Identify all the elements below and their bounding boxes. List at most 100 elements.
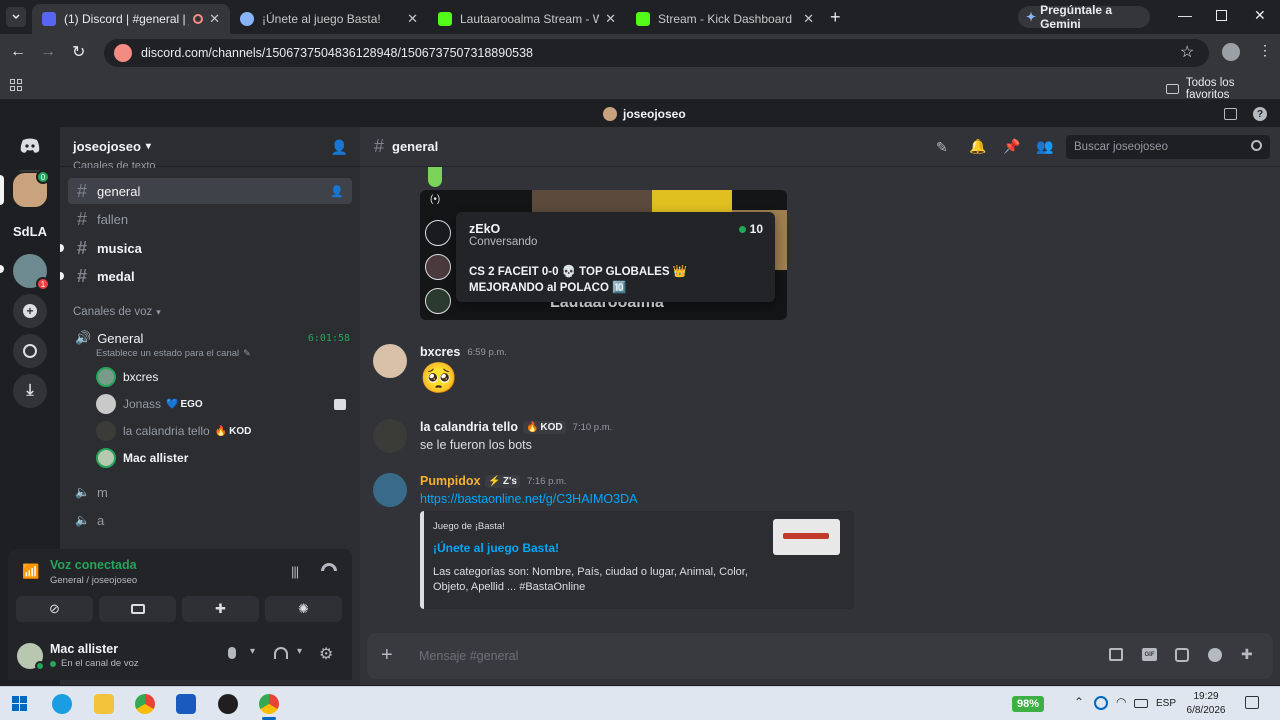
voice-user-mac-allister[interactable]: Mac allister <box>96 447 188 469</box>
clock[interactable]: 19:29 6/8/2026 <box>1182 690 1230 718</box>
gif-icon[interactable]: GIF <box>1142 648 1157 661</box>
browser-tab-kick-watch[interactable]: Lautaarooalma Stream - Watch ✕ <box>428 4 626 34</box>
settings-gear-icon[interactable]: ⚙ <box>319 644 333 664</box>
tab-search-button[interactable] <box>6 7 26 27</box>
avatar[interactable] <box>373 419 407 453</box>
search-input[interactable]: Buscar joseojoseo <box>1066 135 1270 159</box>
headphones-icon[interactable] <box>274 647 288 659</box>
browser-tab-discord[interactable]: (1) Discord | #general | joseojoseo ✕ <box>32 4 230 34</box>
close-tab-icon[interactable]: ✕ <box>407 11 418 27</box>
browser-menu-icon[interactable]: ⋮ <box>1258 42 1272 59</box>
browser-tab-basta[interactable]: ¡Únete al juego Basta! ✕ <box>230 4 428 34</box>
upload-plus-icon[interactable]: + <box>381 644 393 667</box>
author-name[interactable]: bxcres <box>420 345 460 359</box>
window-title: joseojoseo <box>623 107 686 121</box>
app-icon[interactable] <box>218 694 238 714</box>
embed-thumbnail[interactable] <box>773 519 840 555</box>
message-header: Pumpidox ⚡ Z's 7:16 p.m. <box>420 474 567 488</box>
emoji-picker-icon[interactable] <box>1208 648 1222 662</box>
voice-channel-general[interactable]: 🔊 General 6:01:58 <box>75 329 350 347</box>
browser-tab-kick-dashboard[interactable]: Stream - Kick Dashboard ✕ <box>626 4 824 34</box>
embed-title[interactable]: ¡Únete al juego Basta! <box>433 541 559 555</box>
create-invite-icon[interactable]: 👤 <box>330 185 344 198</box>
sticker-icon[interactable] <box>1175 648 1189 662</box>
battery-indicator[interactable]: 98% <box>1012 696 1045 712</box>
headphone-options-chevron-icon[interactable]: ▾ <box>297 646 302 657</box>
invite-people-icon[interactable]: 👤 <box>331 139 348 156</box>
address-bar[interactable]: discord.com/channels/1506737504836128948… <box>104 39 1209 67</box>
maximize-window-button[interactable] <box>1216 10 1227 21</box>
member-list-icon[interactable]: 👥 <box>1036 138 1053 155</box>
voice-user-bxcres[interactable]: bxcres <box>96 366 158 388</box>
add-server-button[interactable]: + <box>13 294 47 328</box>
close-tab-icon[interactable]: ✕ <box>803 11 814 27</box>
windows-start-icon[interactable] <box>12 696 27 711</box>
site-info-icon[interactable] <box>114 44 132 62</box>
network-icon[interactable] <box>1094 696 1108 710</box>
notification-bell-icon[interactable]: 🔔 <box>969 138 986 155</box>
disconnect-icon[interactable] <box>321 563 337 571</box>
avatar[interactable] <box>373 473 407 507</box>
forward-arrow-icon[interactable]: → <box>40 43 56 61</box>
server-sdla[interactable]: SdLA <box>13 214 47 248</box>
voice-channel-a[interactable]: 🔈 a <box>68 507 352 533</box>
edge-icon[interactable] <box>52 694 72 714</box>
avatar[interactable] <box>373 344 407 378</box>
message-input[interactable]: Mensaje #general <box>419 641 1059 671</box>
chrome-icon[interactable] <box>135 694 155 714</box>
notifications-icon[interactable] <box>1245 696 1259 709</box>
voice-location[interactable]: General / joseojoseo <box>50 575 137 586</box>
new-tab-button[interactable]: + <box>830 7 841 28</box>
noise-suppression-icon[interactable]: ||| <box>291 564 299 579</box>
all-bookmarks-folder[interactable]: Todos los favoritos <box>1166 77 1280 101</box>
help-icon[interactable]: ? <box>1253 107 1267 121</box>
channel-medal[interactable]: # medal <box>68 263 352 289</box>
channel-status-prompt[interactable]: Establece un estado para el canal ✎ <box>96 348 251 359</box>
voice-user-jonass[interactable]: Jonass 💙 EGO <box>96 393 203 415</box>
share-screen-button[interactable] <box>99 596 176 622</box>
word-icon[interactable] <box>176 694 196 714</box>
download-apps-button[interactable]: ⤓ <box>13 374 47 408</box>
back-arrow-icon[interactable]: ← <box>10 43 26 61</box>
threads-icon[interactable]: ✎ <box>936 139 948 156</box>
bookmark-star-icon[interactable]: ☆ <box>1180 42 1194 62</box>
gift-icon[interactable] <box>1109 648 1123 661</box>
server-joseojoseo[interactable]: 0 <box>13 170 50 207</box>
discover-button[interactable] <box>13 334 47 368</box>
gemini-button[interactable]: ✦ Pregúntale a Gemini <box>1018 3 1150 31</box>
close-window-button[interactable]: ✕ <box>1254 7 1266 24</box>
pinned-messages-icon[interactable]: 📌 <box>1003 138 1020 155</box>
author-name[interactable]: la calandria tello <box>420 420 518 434</box>
language-indicator[interactable]: ESP <box>1156 698 1176 709</box>
voice-user-la-calandria-tello[interactable]: la calandria tello 🔥 KOD <box>96 420 251 442</box>
inbox-icon[interactable] <box>1224 108 1237 120</box>
apps-grid-icon[interactable] <box>10 79 22 91</box>
reload-icon[interactable]: ↻ <box>72 42 85 62</box>
text-category-label[interactable]: Canales de texto <box>73 160 156 168</box>
tray-overflow-icon[interactable]: ⌃ <box>1074 695 1084 709</box>
file-explorer-icon[interactable] <box>94 694 114 714</box>
channel-fallen[interactable]: # fallen <box>68 206 352 232</box>
profile-avatar[interactable] <box>1222 43 1240 61</box>
server-other[interactable]: 1 <box>13 254 50 291</box>
microphone-icon[interactable] <box>228 647 236 659</box>
voice-category[interactable]: Canales de voz ▾ <box>73 306 161 318</box>
channel-general[interactable]: # general 👤 <box>68 178 352 204</box>
close-tab-icon[interactable]: ✕ <box>605 11 616 27</box>
author-name[interactable]: Pumpidox <box>420 474 480 488</box>
camera-off-button[interactable]: ⊘ <box>16 596 93 622</box>
mic-options-chevron-icon[interactable]: ▾ <box>250 646 255 657</box>
minimize-window-button[interactable]: — <box>1178 7 1192 23</box>
activities-button[interactable]: ✚ <box>182 596 259 622</box>
soundboard-button[interactable]: ✺ <box>265 596 342 622</box>
direct-messages-button[interactable] <box>13 129 47 163</box>
chrome-active-icon[interactable] <box>259 694 279 714</box>
close-tab-icon[interactable]: ✕ <box>209 11 220 27</box>
wifi-icon[interactable]: ◠ <box>1116 695 1126 709</box>
channel-musica[interactable]: # musica <box>68 235 352 261</box>
voice-channel-m[interactable]: 🔈 m <box>68 479 352 505</box>
message-link[interactable]: https://bastaonline.net/g/C3HAIMO3DA <box>420 492 637 506</box>
power-icon[interactable] <box>1134 699 1148 708</box>
apps-icon[interactable]: ✚ <box>1241 646 1253 663</box>
user-avatar[interactable] <box>17 643 45 671</box>
